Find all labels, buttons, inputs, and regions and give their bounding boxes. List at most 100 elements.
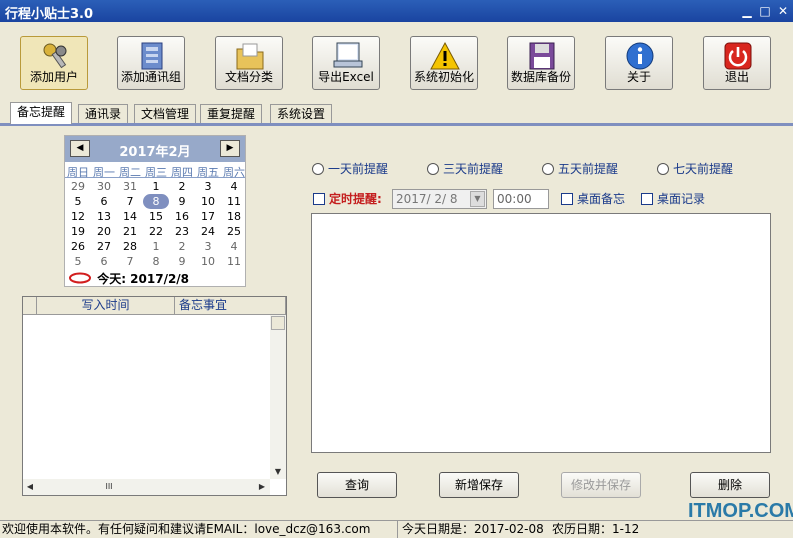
calendar-day[interactable]: 14 xyxy=(117,209,143,224)
window-title: 行程小贴士3.0 xyxy=(5,7,94,22)
maximize-icon[interactable]: □ xyxy=(758,4,772,18)
folder-icon xyxy=(236,43,264,70)
calendar-day[interactable]: 3 xyxy=(195,179,221,194)
scroll-thumb-grip[interactable]: III xyxy=(79,480,139,494)
about-button[interactable]: 关于 xyxy=(605,36,673,90)
memo-listview[interactable]: 写入时间 备忘事宜 ▼ ◀ III ▶ xyxy=(22,296,287,496)
delete-button[interactable]: 删除 xyxy=(690,472,770,498)
radio-seven-days[interactable]: 七天前提醒 xyxy=(657,160,733,177)
calendar-day[interactable]: 6 xyxy=(91,254,117,269)
minimize-icon[interactable]: ▁ xyxy=(740,4,754,18)
vertical-scrollbar[interactable]: ▼ xyxy=(270,315,286,479)
tab-memo-reminder[interactable]: 备忘提醒 xyxy=(10,102,73,124)
radio-five-days[interactable]: 五天前提醒 xyxy=(542,160,618,177)
desktop-memo-checkbox[interactable]: 桌面备忘 xyxy=(561,190,625,207)
calendar-day[interactable]: 7 xyxy=(117,194,143,209)
doc-category-button[interactable]: 文档分类 xyxy=(215,36,283,90)
tab-system-settings[interactable]: 系统设置 xyxy=(270,104,333,123)
query-button[interactable]: 查询 xyxy=(317,472,397,498)
calendar-day[interactable]: 4 xyxy=(221,239,247,254)
calendar-day[interactable]: 26 xyxy=(65,239,91,254)
calendar-day[interactable]: 8 xyxy=(143,194,169,209)
db-backup-button[interactable]: 数据库备份 xyxy=(507,36,575,90)
calendar-header: ◀ 2017年2月 ▶ xyxy=(65,136,245,162)
add-contact-group-label: 添加通讯组 xyxy=(120,70,181,84)
calendar-day[interactable]: 12 xyxy=(65,209,91,224)
calendar-day[interactable]: 11 xyxy=(221,194,247,209)
dow-label: 周六 xyxy=(223,166,245,179)
desktop-memo-label: 桌面备忘 xyxy=(577,192,626,206)
calendar-day[interactable]: 9 xyxy=(169,254,195,269)
dropdown-arrow-icon[interactable]: ▼ xyxy=(470,191,485,207)
modify-save-button[interactable]: 修改并保存 xyxy=(561,472,641,498)
calendar-day[interactable]: 24 xyxy=(195,224,221,239)
calendar-day[interactable]: 7 xyxy=(117,254,143,269)
scroll-down-icon[interactable]: ▼ xyxy=(271,465,285,479)
calendar-day[interactable]: 10 xyxy=(195,194,221,209)
calendar-day[interactable]: 19 xyxy=(65,224,91,239)
about-label: 关于 xyxy=(626,70,651,84)
tab-documents[interactable]: 文档管理 xyxy=(134,104,197,123)
system-init-button[interactable]: 系统初始化 xyxy=(410,36,478,90)
calendar-day[interactable]: 25 xyxy=(221,224,247,239)
calendar-day[interactable]: 15 xyxy=(143,209,169,224)
checkbox-box xyxy=(561,193,573,205)
scroll-right-icon[interactable]: ▶ xyxy=(255,480,269,494)
export-excel-icon xyxy=(333,42,363,68)
calendar-day[interactable]: 1 xyxy=(143,179,169,194)
calendar-day[interactable]: 9 xyxy=(169,194,195,209)
calendar-day[interactable]: 5 xyxy=(65,254,91,269)
calendar-day[interactable]: 10 xyxy=(195,254,221,269)
calendar-day[interactable]: 8 xyxy=(143,254,169,269)
radio-circle xyxy=(427,163,439,175)
calendar-day[interactable]: 11 xyxy=(221,254,247,269)
horizontal-scrollbar[interactable]: ◀ III ▶ xyxy=(23,479,270,495)
calendar-day[interactable]: 18 xyxy=(221,209,247,224)
calendar-day[interactable]: 6 xyxy=(91,194,117,209)
scroll-left-icon[interactable]: ◀ xyxy=(23,480,37,494)
column-header-write-time[interactable]: 写入时间 xyxy=(37,297,175,315)
add-contact-group-button[interactable]: 添加通讯组 xyxy=(117,36,185,90)
calendar-day[interactable]: 3 xyxy=(195,239,221,254)
calendar-day[interactable]: 28 xyxy=(117,239,143,254)
memo-textarea[interactable] xyxy=(311,213,771,453)
calendar-day[interactable]: 16 xyxy=(169,209,195,224)
timed-reminder-checkbox[interactable]: 定时提醒: xyxy=(313,190,382,207)
add-save-button[interactable]: 新增保存 xyxy=(439,472,519,498)
column-header-memo-item[interactable]: 备忘事宜 xyxy=(175,297,286,315)
calendar-day[interactable]: 13 xyxy=(91,209,117,224)
radio-three-days[interactable]: 三天前提醒 xyxy=(427,160,503,177)
calendar-day[interactable]: 31 xyxy=(117,179,143,194)
calendar-day[interactable]: 27 xyxy=(91,239,117,254)
calendar-day[interactable]: 17 xyxy=(195,209,221,224)
desktop-record-checkbox[interactable]: 桌面记录 xyxy=(641,190,705,207)
date-picker[interactable]: 2017/ 2/ 8 ▼ xyxy=(392,189,487,209)
tab-repeat-reminder[interactable]: 重复提醒 xyxy=(200,104,263,123)
exit-button[interactable]: 退出 xyxy=(703,36,771,90)
close-icon[interactable]: ✕ xyxy=(776,4,790,18)
calendar-day[interactable]: 30 xyxy=(91,179,117,194)
calendar-day[interactable]: 1 xyxy=(143,239,169,254)
calendar-today[interactable]: 今天: 2017/2/8 xyxy=(69,270,189,287)
calendar-day[interactable]: 2 xyxy=(169,179,195,194)
tab-contacts[interactable]: 通讯录 xyxy=(78,104,129,123)
calendar-day[interactable]: 21 xyxy=(117,224,143,239)
calendar-title: 2017年2月 xyxy=(119,145,191,160)
calendar-day[interactable]: 20 xyxy=(91,224,117,239)
calendar-day[interactable]: 22 xyxy=(143,224,169,239)
add-user-button[interactable]: 添加用户 xyxy=(20,36,88,90)
calendar-day[interactable]: 29 xyxy=(65,179,91,194)
add-user-label: 添加用户 xyxy=(29,70,78,84)
next-month-button[interactable]: ▶ xyxy=(220,140,240,157)
calendar-day[interactable]: 2 xyxy=(169,239,195,254)
time-field[interactable]: 00:00 xyxy=(493,189,549,209)
export-excel-button[interactable]: 导出Excel xyxy=(312,36,380,90)
prev-month-button[interactable]: ◀ xyxy=(70,140,90,157)
calendar-day[interactable]: 5 xyxy=(65,194,91,209)
radio-one-day[interactable]: 一天前提醒 xyxy=(312,160,388,177)
column-header-select[interactable] xyxy=(23,297,37,315)
calendar-day[interactable]: 23 xyxy=(169,224,195,239)
scroll-thumb[interactable] xyxy=(271,316,285,330)
dow-label: 周一 xyxy=(93,166,115,179)
calendar-day[interactable]: 4 xyxy=(221,179,247,194)
